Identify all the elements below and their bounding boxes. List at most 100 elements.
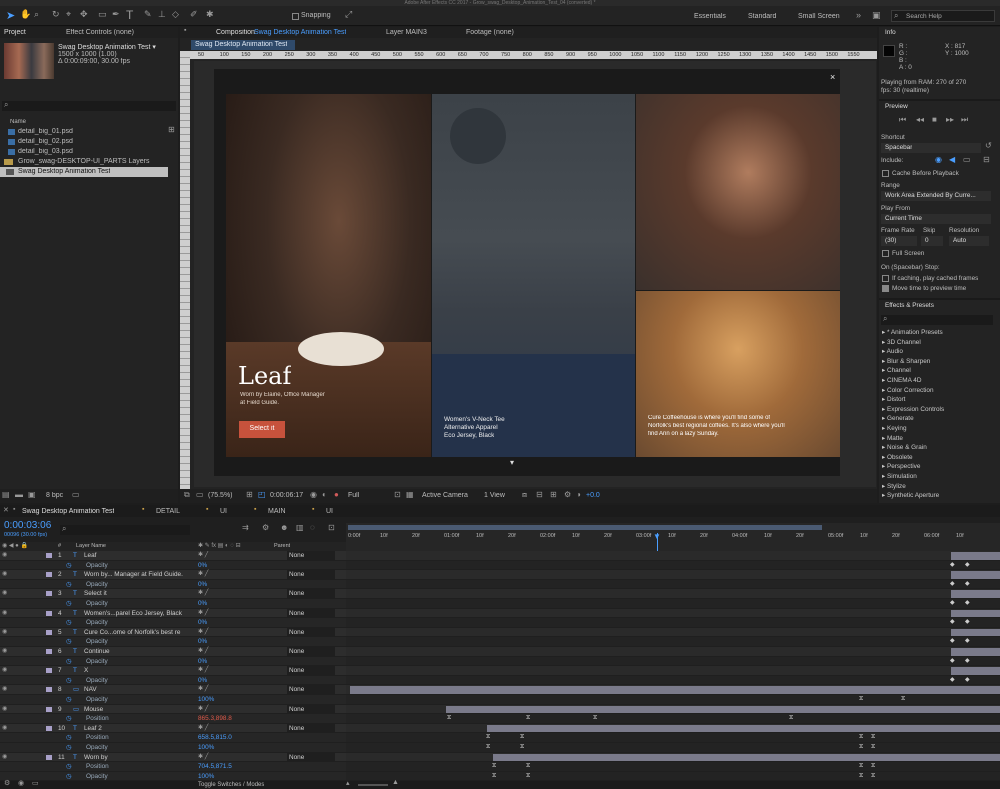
keyframe[interactable]: ◆ — [950, 638, 955, 645]
show-snapshot-icon[interactable]: ◐ — [322, 490, 327, 499]
visibility-icon[interactable]: ◉ — [2, 753, 7, 763]
full-screen-checkbox[interactable] — [882, 250, 889, 257]
property-row[interactable]: ◷ Position 704.5,871.5 — [0, 762, 346, 772]
close-tab-icon[interactable]: ✕ — [3, 506, 9, 514]
effect-category[interactable]: ▸ CINEMA 4D — [882, 376, 998, 386]
region-icon[interactable]: ◰ — [258, 490, 266, 499]
effect-category[interactable]: ▸ Obsolete — [882, 453, 998, 463]
resolution-preview-select[interactable]: Auto — [949, 236, 989, 246]
timeline-tab-ui-2[interactable]: UI — [326, 508, 333, 515]
exposure-icon[interactable]: ◑ — [576, 490, 581, 499]
layer-row[interactable]: ◉ 5 T Cure Co...ome of Norfolk's best re ✱ ╱… — [0, 627, 346, 638]
layer-row[interactable]: ◉ 3 T Select it ✱ ╱ None — [0, 589, 346, 599]
stopwatch-icon[interactable]: ◷ — [66, 599, 72, 609]
stopwatch-icon[interactable]: ◷ — [66, 580, 72, 590]
zoom-in-icon[interactable]: ▲ — [392, 779, 399, 786]
transparency-grid-icon[interactable]: ▦ — [406, 490, 414, 499]
timeline-tab-ui[interactable]: UI — [220, 508, 227, 515]
visibility-icon[interactable]: ◉ — [2, 570, 7, 580]
first-frame-icon[interactable]: ⏮ — [899, 115, 906, 125]
parent-select[interactable]: None — [287, 627, 335, 638]
stopwatch-icon[interactable]: ◷ — [66, 695, 72, 705]
tab-project[interactable]: Project — [4, 29, 26, 36]
puppet-tool-icon[interactable]: ✱ — [206, 9, 214, 20]
new-folder-icon[interactable]: ▬ — [15, 490, 23, 499]
parent-select[interactable]: None — [287, 589, 335, 599]
visibility-icon[interactable]: ◉ — [2, 647, 7, 657]
switch-icons[interactable]: ✱ ╱ — [198, 628, 208, 638]
keyframe[interactable]: ◆ — [965, 658, 970, 665]
range-select[interactable]: Work Area Extended By Curre... — [881, 191, 991, 201]
visibility-icon[interactable]: ◉ — [2, 628, 7, 638]
list-item[interactable]: detail_big_03.psd — [0, 147, 178, 157]
keyframe[interactable]: ◆ — [950, 562, 955, 569]
visibility-icon[interactable]: ◉ — [2, 609, 7, 619]
keyframe[interactable]: ◆ — [950, 658, 955, 665]
keyframe[interactable]: ⧖ — [447, 715, 451, 722]
workspace-overflow-icon[interactable]: » — [856, 10, 861, 20]
eraser-tool-icon[interactable]: ◇ — [172, 9, 179, 20]
layer-duration-bar[interactable] — [446, 705, 1000, 714]
search-help-field[interactable]: ⌕ Search Help — [891, 10, 995, 22]
include-video-icon[interactable]: ◉ — [935, 155, 942, 164]
effects-search-field[interactable]: ⌕ — [881, 314, 993, 325]
effect-category[interactable]: ▸ Generate — [882, 414, 998, 424]
layer-row[interactable]: ◉ 4 T Women's...parel Eco Jersey, Black ✱ ╱ N… — [0, 608, 346, 619]
parent-select[interactable]: None — [287, 647, 335, 657]
layer-duration-bar[interactable] — [493, 753, 1000, 762]
timeline-search-field[interactable]: ⌕ — [60, 524, 190, 535]
comp-subtab[interactable]: Swag Desktop Animation Test — [191, 40, 295, 50]
layer-row[interactable]: ◉ 10 T Leaf 2 ✱ ╱ None — [0, 723, 346, 734]
work-area-bar[interactable] — [348, 525, 822, 530]
keyframe[interactable]: ⧖ — [492, 763, 496, 770]
keyframe[interactable]: ⧖ — [486, 744, 490, 751]
tab-effect-controls[interactable]: Effect Controls (none) — [66, 29, 134, 36]
lock-icon[interactable]: ▪ — [184, 27, 186, 34]
in-out-icon[interactable]: ▭ — [32, 779, 39, 787]
always-preview-icon[interactable]: ⧉ — [184, 490, 190, 500]
hide-shy-layers-icon[interactable]: ☻ — [280, 523, 288, 532]
snap-options-icon[interactable]: ⤢ — [345, 9, 352, 20]
select-it-button[interactable]: Select it — [239, 421, 285, 438]
next-frame-icon[interactable]: ▸▸ — [946, 115, 954, 124]
effect-category[interactable]: ▸ Blur & Sharpen — [882, 357, 998, 367]
layer-row[interactable]: ◉ 8 ▭ NAV ✱ ╱ None — [0, 685, 346, 695]
property-row[interactable]: ◷ Position 865.3,898.8 — [0, 714, 346, 724]
toggle-switches-modes[interactable]: Toggle Switches / Modes — [198, 781, 264, 789]
view-layout-select[interactable]: 1 View — [484, 492, 505, 499]
workspace-standard[interactable]: Standard — [748, 13, 776, 20]
visibility-icon[interactable]: ◉ — [2, 589, 7, 599]
draft-3d-icon[interactable]: ⚙ — [262, 523, 269, 532]
graph-editor-icon[interactable]: ⊡ — [328, 523, 335, 532]
bit-depth-label[interactable]: 8 bpc — [46, 492, 63, 499]
keyframe[interactable]: ◆ — [965, 562, 970, 569]
zoom-level[interactable]: (75.5%) — [208, 492, 233, 499]
property-row[interactable]: ◷ Opacity 0% — [0, 560, 346, 571]
parent-select[interactable]: None — [287, 570, 335, 580]
effect-category[interactable]: ▸ Perspective — [882, 462, 998, 472]
timeline-tab-main[interactable]: Swag Desktop Animation Test — [22, 508, 114, 515]
keyframe[interactable]: ⧖ — [526, 773, 530, 780]
frame-rate-select[interactable]: (30) — [881, 236, 917, 246]
keyframe[interactable]: ⧖ — [871, 744, 875, 751]
project-col-name[interactable]: Name — [10, 119, 26, 125]
grid-icon[interactable]: ⊞ — [246, 490, 253, 499]
prev-frame-icon[interactable]: ◂◂ — [916, 115, 924, 124]
switch-icons[interactable]: ✱ ╱ — [198, 609, 208, 619]
pan-behind-tool-icon[interactable]: ✥ — [80, 9, 88, 20]
shape-tool-icon[interactable]: ▭ — [98, 9, 107, 20]
effect-category[interactable]: ▸ * Animation Presets — [882, 328, 998, 338]
keyframe[interactable]: ⧖ — [859, 696, 863, 703]
keyframe[interactable]: ◆ — [965, 638, 970, 645]
keyframe[interactable]: ⧖ — [871, 773, 875, 780]
switch-icons[interactable]: ✱ ╱ — [198, 666, 208, 676]
effect-category[interactable]: ▸ Matte — [882, 434, 998, 444]
hand-tool-icon[interactable]: ✋ — [20, 9, 31, 20]
keyframe[interactable]: ⧖ — [859, 773, 863, 780]
keyframe[interactable]: ⧖ — [486, 734, 490, 741]
stopwatch-icon[interactable]: ◷ — [66, 762, 72, 772]
renderer-icon[interactable]: ⚙ — [564, 490, 571, 499]
fast-previews-icon[interactable]: ⊡ — [394, 490, 401, 499]
stopwatch-icon[interactable]: ◷ — [66, 637, 72, 647]
stopwatch-icon[interactable]: ◷ — [66, 618, 72, 628]
